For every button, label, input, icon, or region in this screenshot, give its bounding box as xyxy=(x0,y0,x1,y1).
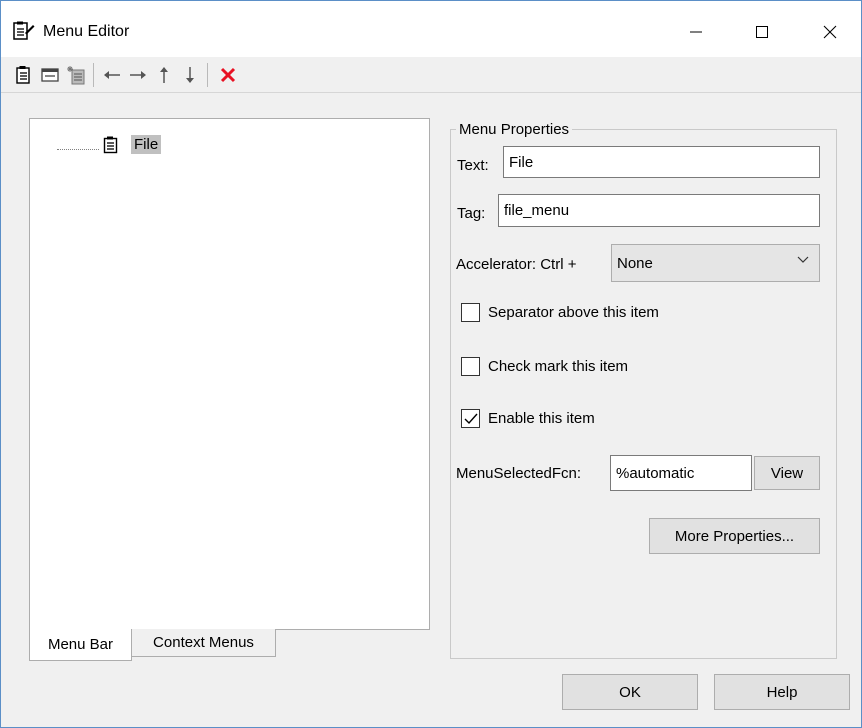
text-field[interactable]: File xyxy=(503,146,820,178)
toolbar-separator xyxy=(93,63,94,87)
accelerator-value: None xyxy=(617,254,653,272)
help-button[interactable]: Help xyxy=(714,674,850,710)
check-mark-checkbox-row[interactable]: Check mark this item xyxy=(461,357,628,376)
menu-item-icon xyxy=(103,136,118,154)
minimize-icon xyxy=(690,31,702,33)
callback-label: MenuSelectedFcn: xyxy=(456,465,582,482)
menu-editor-window: Menu Editor File Menu Bar Context Menus … xyxy=(0,0,862,728)
enable-checkbox-row[interactable]: Enable this item xyxy=(461,409,595,428)
tree-connector xyxy=(57,149,99,150)
window-title: Menu Editor xyxy=(43,23,130,40)
arrow-right-icon xyxy=(130,71,146,79)
move-up-button[interactable] xyxy=(153,64,175,86)
tab-context-menus[interactable]: Context Menus xyxy=(132,629,276,657)
view-button[interactable]: View xyxy=(754,456,820,490)
new-menu-item-button[interactable] xyxy=(39,64,61,86)
arrow-up-icon xyxy=(160,67,168,83)
checkmark-icon xyxy=(464,413,478,424)
close-icon xyxy=(823,25,837,39)
separator-label: Separator above this item xyxy=(488,304,659,321)
enable-checkbox[interactable] xyxy=(461,409,480,428)
separator-checkbox[interactable] xyxy=(461,303,480,322)
menu-properties-title: Menu Properties xyxy=(456,121,573,138)
check-mark-checkbox[interactable] xyxy=(461,357,480,376)
new-menu-icon xyxy=(16,66,30,84)
text-label: Text: xyxy=(457,157,489,174)
move-right-button[interactable] xyxy=(127,64,149,86)
accelerator-label: Accelerator: Ctrl + xyxy=(456,256,577,273)
new-context-menu-button[interactable] xyxy=(65,64,87,86)
tree-node-file[interactable]: File xyxy=(131,135,162,154)
move-left-button[interactable] xyxy=(101,64,123,86)
delete-button[interactable] xyxy=(217,64,239,86)
delete-icon xyxy=(220,67,236,83)
check-mark-label: Check mark this item xyxy=(488,358,629,375)
toolbar xyxy=(1,57,861,93)
callback-field[interactable]: %automatic xyxy=(610,455,752,491)
menu-editor-icon xyxy=(13,21,35,40)
maximize-icon xyxy=(756,26,768,38)
tab-menu-bar[interactable]: Menu Bar xyxy=(29,629,132,661)
new-menu-item-icon xyxy=(41,68,59,82)
title-bar: Menu Editor xyxy=(1,1,861,57)
tag-label: Tag: xyxy=(457,205,486,222)
tag-field[interactable]: file_menu xyxy=(498,194,820,227)
toolbar-separator xyxy=(207,63,208,87)
more-properties-button[interactable]: More Properties... xyxy=(649,518,820,554)
accelerator-select[interactable]: None xyxy=(611,244,820,282)
minimize-button[interactable] xyxy=(673,15,719,49)
maximize-button[interactable] xyxy=(739,15,785,49)
menu-tree[interactable]: File xyxy=(29,118,430,630)
close-button[interactable] xyxy=(807,15,853,49)
separator-checkbox-row[interactable]: Separator above this item xyxy=(461,303,659,322)
new-menu-button[interactable] xyxy=(13,64,35,86)
chevron-down-icon xyxy=(797,256,809,263)
enable-label: Enable this item xyxy=(488,410,595,427)
arrow-left-icon xyxy=(104,71,120,79)
new-context-menu-icon xyxy=(67,66,85,85)
arrow-down-icon xyxy=(186,67,194,83)
move-down-button[interactable] xyxy=(179,64,201,86)
ok-button[interactable]: OK xyxy=(562,674,698,710)
